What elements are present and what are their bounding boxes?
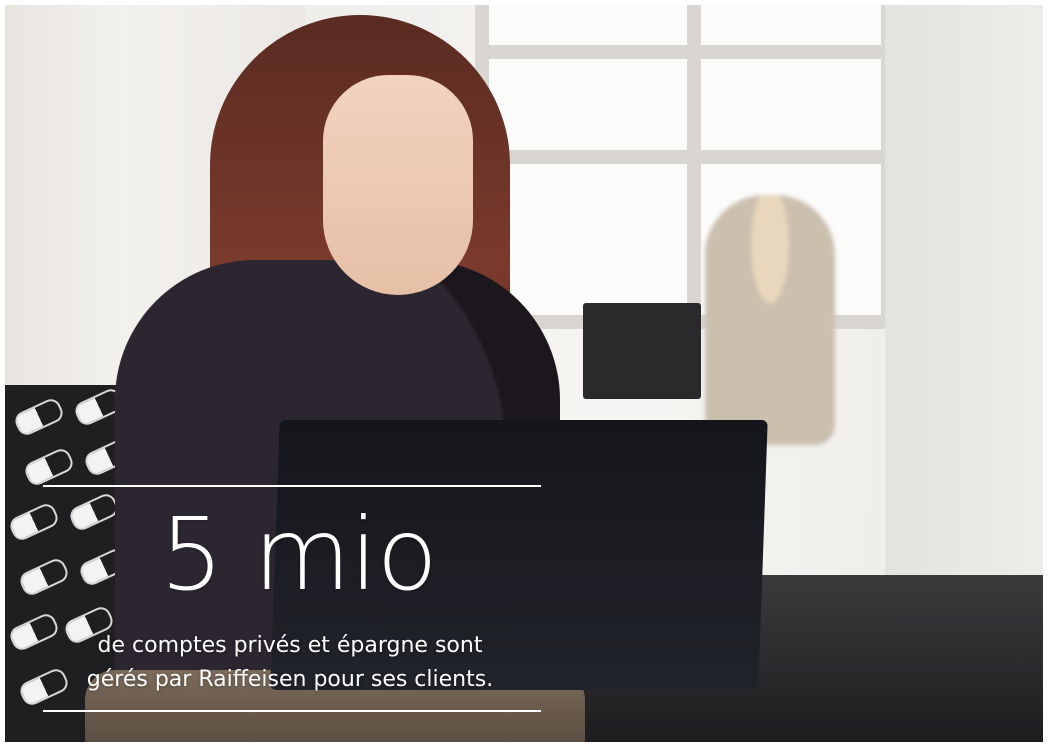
- hero-photo: 5 mio de comptes privés et épargne sont …: [5, 5, 1043, 742]
- window-frame: [475, 150, 895, 164]
- caption-line-2: gérés par Raiffeisen pour ses clients.: [86, 667, 494, 692]
- wall: [885, 5, 1043, 605]
- caption-line-1: de comptes privés et épargne sont: [97, 633, 483, 658]
- background-laptop: [583, 303, 701, 399]
- top-divider: [43, 485, 541, 487]
- woman-face: [323, 75, 473, 295]
- background-person: [705, 195, 835, 445]
- headline-caption: de comptes privés et épargne sont gérés …: [45, 629, 535, 697]
- headline-figure: 5 mio: [160, 496, 438, 613]
- window-frame: [475, 45, 895, 59]
- bottom-divider: [43, 710, 541, 712]
